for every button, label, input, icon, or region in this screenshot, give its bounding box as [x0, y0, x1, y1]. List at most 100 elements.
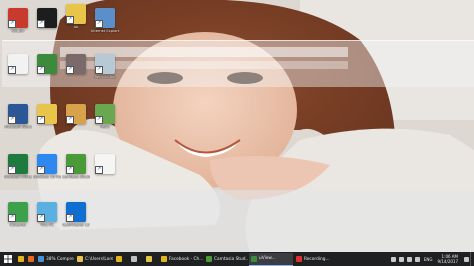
desktop-icon-label: CCleaner	[9, 223, 27, 227]
battery-icon[interactable]	[415, 256, 421, 262]
shortcut-arrow-icon: ↗	[37, 66, 45, 74]
desktop-icon[interactable]: ↗	[33, 54, 61, 84]
desktop-icon[interactable]: ↗ Internet Explorer	[91, 8, 119, 38]
desktop-icon[interactable]: ↗Camtasia Studio 8	[62, 154, 90, 184]
start-button[interactable]	[0, 252, 16, 266]
desktop-icon-label: Internet Explorer	[91, 29, 119, 33]
desktop-icon[interactable]: ↗	[62, 104, 90, 134]
taskbar-app-label: Camtasia Stud...	[214, 256, 248, 262]
desktop-icon-label: Ab	[73, 25, 79, 29]
desktop-icon[interactable]: ↗Microsoft Office Excel	[4, 154, 32, 184]
desktop-icon[interactable]: ↗	[91, 154, 119, 184]
desktop-icon[interactable]: ↗	[33, 104, 61, 134]
taskbar-app-button[interactable]	[114, 253, 128, 265]
folder-zip-icon: ↗	[66, 4, 86, 24]
chrome-icon	[18, 256, 24, 262]
taskbar: 38% Compress... C:\Users\Loren... Facebook…	[0, 252, 474, 266]
book-folder-icon: ↗	[66, 104, 86, 124]
clock-date: 9/14/2017	[437, 259, 458, 264]
shortcut-arrow-icon: ↗	[95, 66, 103, 74]
chrome-icon	[161, 256, 167, 262]
folder-icon	[146, 256, 152, 262]
desktop-icon-label: Kill_Qn	[11, 29, 25, 33]
desktop-icon[interactable]: ↗ Ab	[62, 4, 90, 34]
windows-logo-icon	[4, 255, 12, 263]
desktop-icon[interactable]: ↗ Kill_Qn	[4, 8, 32, 38]
taskbar-app-button[interactable]: C:\Users\Loren...	[75, 253, 113, 265]
compress-icon	[38, 256, 44, 262]
shortcut-arrow-icon: ↗	[95, 20, 103, 28]
pinned-app-button[interactable]	[26, 253, 36, 265]
desktop-icon[interactable]: ↗ Windows 10 Pro	[33, 154, 61, 184]
language-indicator[interactable]: ENG	[424, 257, 433, 262]
taskbar-app-button[interactable]: Recording...	[294, 253, 338, 265]
dark-app-icon: ↗	[37, 8, 57, 28]
taskbar-app-button[interactable]: 38% Compress...	[36, 253, 74, 265]
shortcut-arrow-icon: ↗	[66, 116, 74, 124]
computer-icon: ↗	[37, 202, 57, 222]
network-icon[interactable]	[399, 256, 405, 262]
shortcut-arrow-icon: ↗	[95, 116, 103, 124]
system-tray: ENG 1:06 AM 9/14/2017	[390, 252, 474, 266]
taskbar-app-label: Recording...	[304, 256, 330, 262]
desktop-icon-label: Microsoft Word	[4, 125, 32, 129]
taskbar-app-button[interactable]	[144, 253, 158, 265]
taskbar-app-button[interactable]: Facebook - Ch...	[159, 253, 203, 265]
clock[interactable]: 1:06 AM 9/14/2017	[437, 254, 458, 264]
shortcut-arrow-icon: ↗	[95, 166, 103, 174]
cat-app-icon: ↗	[8, 8, 28, 28]
shortcut-arrow-icon: ↗	[66, 214, 74, 222]
desktop-icon[interactable]: ↗	[4, 54, 32, 84]
shortcut-arrow-icon: ↗	[37, 214, 45, 222]
desktop-icon-label: Camtasia Studio 8	[62, 175, 90, 179]
windows-logo-icon: ↗	[37, 154, 57, 174]
desktop-icon-label: TeamViewer 12	[62, 223, 90, 227]
desktop-icon[interactable]: ↗ Microsoft Word	[4, 104, 32, 134]
globe-icon: ↗	[95, 8, 115, 28]
desktop-icon-label: Paint	[100, 125, 110, 129]
desktop-icon[interactable]: ↗	[33, 8, 61, 38]
word-icon: ↗	[8, 104, 28, 124]
taskbar-app-button[interactable]: uView...	[249, 252, 293, 266]
notification-icon[interactable]	[463, 256, 469, 262]
folder-icon: ↗	[37, 104, 57, 124]
shortcut-arrow-icon: ↗	[8, 214, 16, 222]
desktop-icon[interactable]: ↗ Recycle Bin	[91, 54, 119, 84]
taskbar-app-button[interactable]	[129, 253, 143, 265]
blank-file-icon: ↗	[95, 154, 115, 174]
firefox-icon	[28, 256, 34, 262]
chrome-icon	[116, 256, 122, 262]
taskbar-app-label: uView...	[259, 256, 276, 261]
shortcut-arrow-icon: ↗	[66, 166, 74, 174]
taskbar-app-label: Facebook - Ch...	[169, 256, 203, 262]
taskbar-buttons: 38% Compress... C:\Users\Loren... Facebook…	[16, 252, 339, 266]
show-desktop-button[interactable]	[470, 252, 474, 266]
shortcut-arrow-icon: ↗	[8, 20, 16, 28]
desktop-icon[interactable]: ↗ Paint	[91, 104, 119, 134]
desktop-icon[interactable]: ↗ CCleaner	[4, 202, 32, 232]
desktop-icon-label: Recycle Bin	[94, 75, 116, 79]
pinned-app-button[interactable]	[16, 253, 26, 265]
camtasia-icon: ↗	[66, 154, 86, 174]
paint-icon: ↗	[95, 104, 115, 124]
desktop-icon[interactable]: ↗ TeamViewer 12	[62, 202, 90, 232]
tray-arrow-icon[interactable]	[391, 256, 397, 262]
volume-icon[interactable]	[407, 256, 413, 262]
record-icon	[296, 256, 302, 262]
ccleaner-icon: ↗	[8, 202, 28, 222]
shortcut-arrow-icon: ↗	[66, 66, 74, 74]
taskbar-app-button[interactable]: Camtasia Stud...	[204, 253, 248, 265]
camtasia-icon	[206, 256, 212, 262]
excel-icon: ↗	[8, 154, 28, 174]
desktop-icon[interactable]: ↗ This PC	[33, 202, 61, 232]
camtasia-editor-icon	[251, 255, 257, 262]
shortcut-arrow-icon: ↗	[8, 116, 16, 124]
desktop-icon-label: Windows 10 Pro	[33, 175, 61, 179]
game-icon: ↗	[66, 54, 86, 74]
shortcut-arrow-icon: ↗	[8, 66, 16, 74]
taskbar-app-label: C:\Users\Loren...	[85, 256, 113, 262]
shortcut-arrow-icon: ↗	[37, 20, 45, 28]
desktop-icon-label: Microsoft Office Excel	[4, 175, 32, 179]
desktop-icon[interactable]: ↗	[62, 54, 90, 84]
recycle-bin-icon: ↗	[95, 54, 115, 74]
